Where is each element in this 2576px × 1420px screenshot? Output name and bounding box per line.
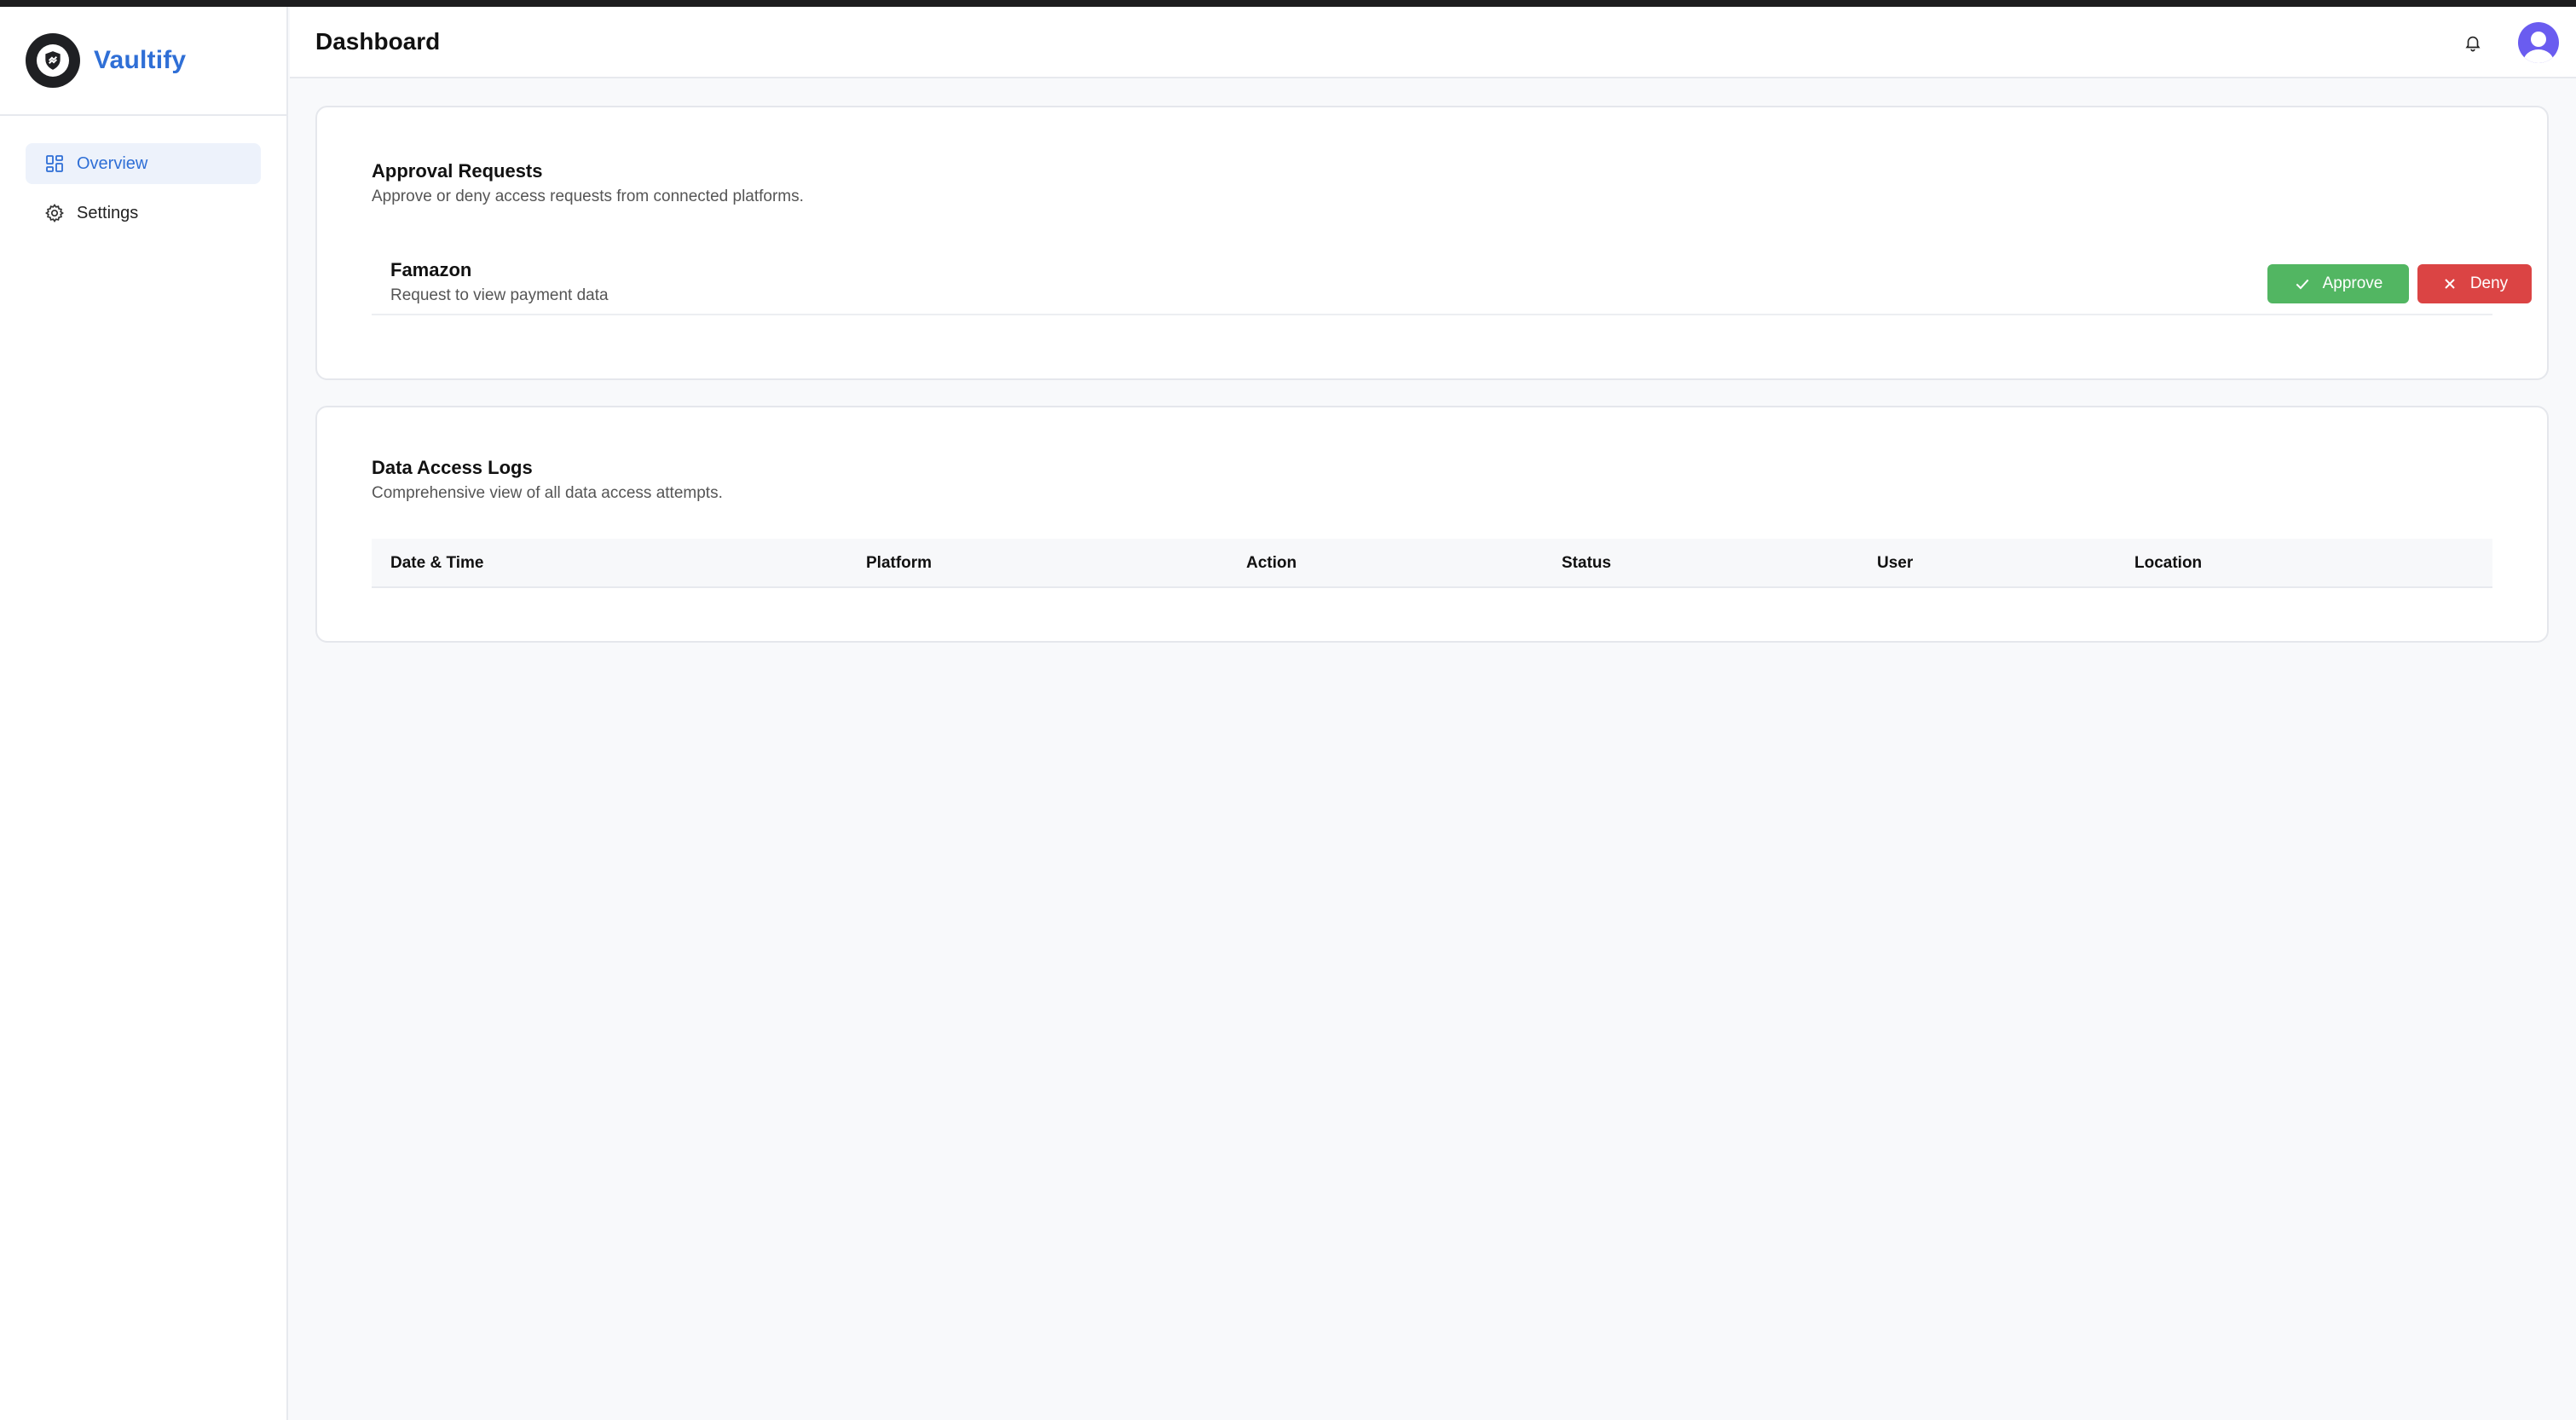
column-header-platform[interactable]: Platform bbox=[866, 554, 932, 573]
list-item: Famazon Request to view payment data App… bbox=[372, 247, 2532, 315]
data-access-logs-title: Data Access Logs bbox=[372, 457, 533, 478]
logs-table-header: Date & Time Platform Action Status User … bbox=[372, 539, 2492, 588]
deny-button[interactable]: Deny bbox=[2417, 264, 2532, 303]
header-actions bbox=[2460, 22, 2559, 63]
approval-requests-title: Approval Requests bbox=[372, 160, 543, 182]
column-header-user[interactable]: User bbox=[1877, 554, 1913, 573]
bell-icon[interactable] bbox=[2460, 30, 2486, 55]
column-header-date-time[interactable]: Date & Time bbox=[390, 554, 483, 573]
brand: Vaultify bbox=[0, 7, 286, 116]
request-platform-name: Famazon bbox=[390, 259, 472, 280]
sidebar: Vaultify Overview Settings bbox=[0, 7, 288, 1420]
shield-logo-icon bbox=[26, 33, 80, 88]
check-icon bbox=[2296, 279, 2309, 290]
close-icon bbox=[2445, 279, 2455, 289]
approve-button[interactable]: Approve bbox=[2267, 264, 2409, 303]
window-top-strip bbox=[0, 0, 2576, 7]
approval-requests-card: Approval Requests Approve or deny access… bbox=[315, 106, 2549, 380]
sidebar-item-label: Settings bbox=[77, 203, 139, 222]
approve-button-label: Approve bbox=[2322, 274, 2383, 292]
column-header-status[interactable]: Status bbox=[1562, 554, 1611, 573]
page-title: Dashboard bbox=[315, 28, 441, 55]
sidebar-item-overview[interactable]: Overview bbox=[26, 143, 261, 184]
deny-button-label: Deny bbox=[2469, 274, 2509, 292]
approval-requests-subtitle: Approve or deny access requests from con… bbox=[372, 188, 804, 205]
column-header-location[interactable]: Location bbox=[2134, 554, 2202, 573]
column-header-action[interactable]: Action bbox=[1246, 554, 1297, 573]
app-name: Vaultify bbox=[94, 46, 187, 74]
sidebar-item-label: Overview bbox=[77, 153, 148, 173]
dashboard-grid-icon bbox=[46, 155, 63, 172]
sidebar-item-settings[interactable]: Settings bbox=[26, 193, 261, 234]
data-access-logs-subtitle: Comprehensive view of all data access at… bbox=[372, 484, 723, 502]
top-header: Dashboard bbox=[290, 7, 2576, 78]
gear-icon bbox=[45, 204, 64, 222]
request-description: Request to view payment data bbox=[390, 286, 609, 304]
user-avatar-icon[interactable] bbox=[2518, 22, 2559, 63]
data-access-logs-card: Data Access Logs Comprehensive view of a… bbox=[315, 406, 2549, 643]
sidebar-nav: Overview Settings bbox=[0, 116, 286, 234]
